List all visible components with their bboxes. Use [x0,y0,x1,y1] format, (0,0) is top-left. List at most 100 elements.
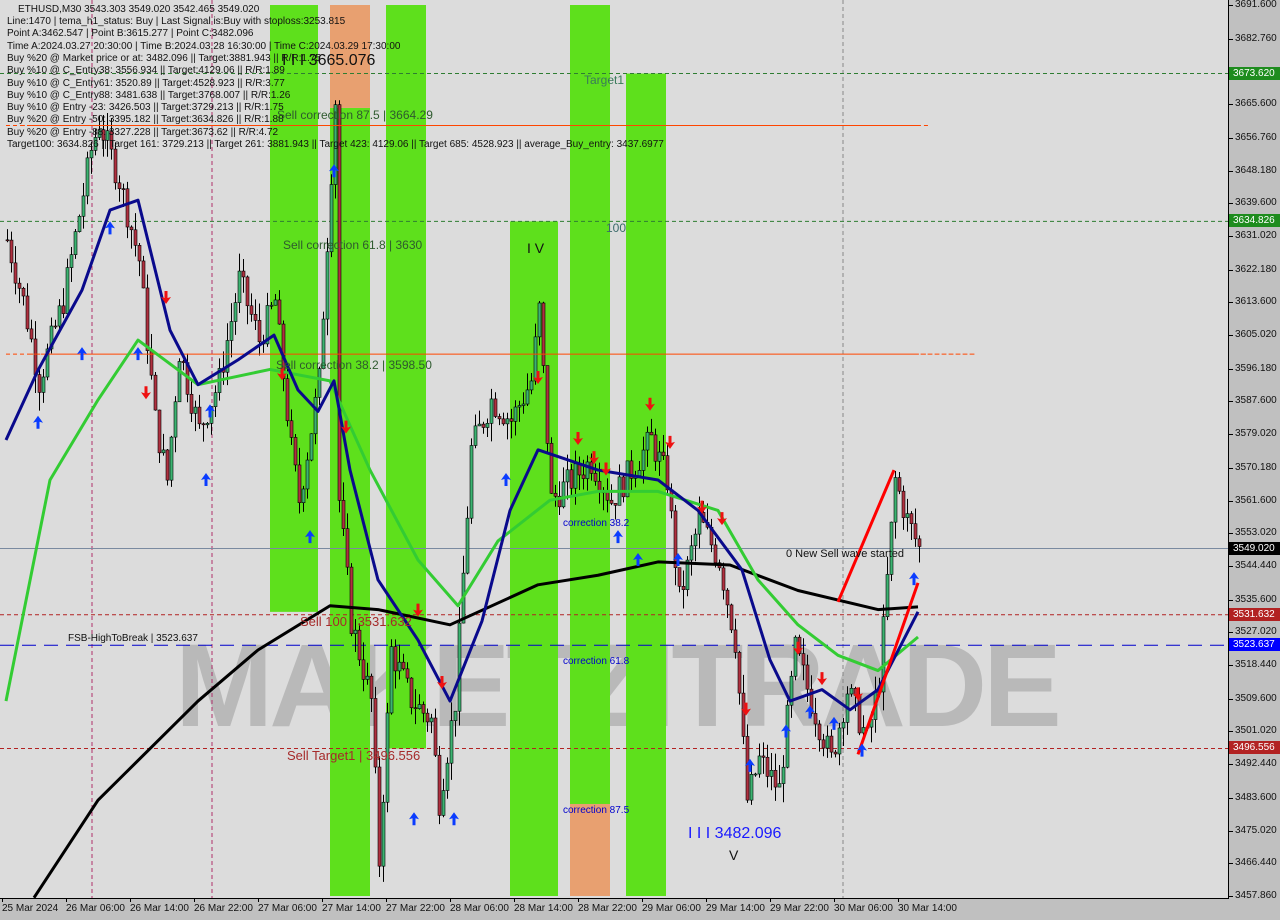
candle [277,299,282,325]
candle [325,251,330,320]
candle [645,431,650,451]
candle [585,461,590,479]
y-tick-label: 3544.440 [1229,559,1277,571]
wave3-top-label: I I I 3665.076 [282,52,376,69]
candle [581,474,586,479]
y-tick-label: 3509.600 [1229,692,1277,704]
candle [669,489,674,512]
y-tick-label: 3631.020 [1229,229,1277,241]
candle [813,713,818,725]
candle [569,469,574,489]
info-line: Buy %20 @ Entry -88: 3327.228 || Target:… [7,126,279,138]
y-tick-label: 3622.180 [1229,263,1277,275]
x-tick-label: 27 Mar 14:00 [322,898,381,914]
candle [681,586,686,590]
sell-target1-label: Sell Target1 | 3496.556 [287,748,421,763]
info-line: Buy %10 @ Entry -23: 3426.503 || Target:… [7,102,284,114]
signal-zone [570,803,610,896]
x-tick-label: 27 Mar 22:00 [386,898,445,914]
candle [13,262,18,284]
buy-arrow-icon [781,724,791,738]
candle [433,717,438,756]
candle [313,397,318,435]
x-tick-label: 29 Mar 06:00 [642,898,701,914]
candle [505,418,510,425]
signal-zone [570,5,610,804]
info-line: Point A:3462.547 | Point B:3615.277 | Po… [7,28,254,40]
candle [833,751,838,755]
candle [537,302,542,338]
candle [429,717,434,723]
candle [561,481,566,508]
buy-arrow-icon [829,716,839,730]
candle [529,380,534,391]
candle [753,773,758,776]
buy-arrow-icon [201,472,211,486]
candle [913,523,918,540]
candle [189,394,194,414]
y-tick-label: 3656.760 [1229,131,1277,143]
candle [205,423,210,426]
candle [257,320,262,343]
price-badge: 3549.020 [1229,541,1280,555]
x-tick-label: 27 Mar 06:00 [258,898,317,914]
chart-plot-area[interactable]: MAKETZITRADE ETHUSD,M30 3543.303 3549.02… [0,0,1229,899]
sell-arrow-icon [817,672,827,686]
y-tick-label: 3466.440 [1229,857,1277,869]
candle [741,692,746,737]
candle [41,376,46,393]
x-tick-label: 28 Mar 22:00 [578,898,637,914]
candle [81,195,86,217]
candle [609,499,614,504]
candle [449,720,454,764]
candle [397,661,402,672]
candle [61,305,66,314]
candle [345,528,350,568]
price-axis[interactable]: 3691.600 3682.760 3673.620 3665.600 3656.760… [1229,0,1280,901]
info-line: Target100: 3634.826 || Target 161: 3729.… [7,139,664,150]
y-tick-label: 3665.600 [1229,98,1277,110]
candle [757,755,762,775]
y-tick-label: 3535.600 [1229,593,1277,605]
candle [245,276,250,307]
candle [425,712,430,723]
candle [409,677,414,709]
trend-line [836,469,896,603]
wave5-label: V [729,847,739,863]
candle [825,735,830,749]
sell-100-label: Sell 100 | 3531.632 [300,614,412,629]
candle [365,675,370,680]
x-tick-label: 28 Mar 14:00 [514,898,573,914]
candle [837,727,842,755]
y-tick-label: 3501.020 [1229,725,1277,737]
sell-correction-875-label: Sell correction 87.5 | 3664.29 [277,108,433,122]
candle [481,423,486,428]
candle [805,664,810,690]
candle [653,434,658,462]
candle [749,774,754,801]
candle [725,589,730,606]
candle [773,770,778,788]
wave4-label: I V [527,240,545,256]
y-tick-label: 3648.180 [1229,164,1277,176]
candle [317,368,322,398]
sell-correction-382-label: Sell correction 38.2 | 3598.50 [276,358,432,372]
candle [549,443,554,494]
sell-arrow-icon [141,386,151,400]
candle [841,722,846,729]
candle [893,477,898,523]
candle [733,629,738,653]
y-tick-label: 3587.600 [1229,395,1277,407]
candle [897,477,902,492]
candle [113,148,118,184]
candle [77,215,82,232]
buy-arrow-icon [449,812,459,826]
candle [457,622,462,712]
buy-arrow-icon [857,743,867,757]
candle [89,150,94,159]
candle [361,659,366,680]
y-tick-label: 3691.600 [1229,0,1277,10]
y-tick-label: 3483.600 [1229,791,1277,803]
target1-label: Target1 [584,73,625,87]
y-tick-label: 3553.020 [1229,527,1277,539]
